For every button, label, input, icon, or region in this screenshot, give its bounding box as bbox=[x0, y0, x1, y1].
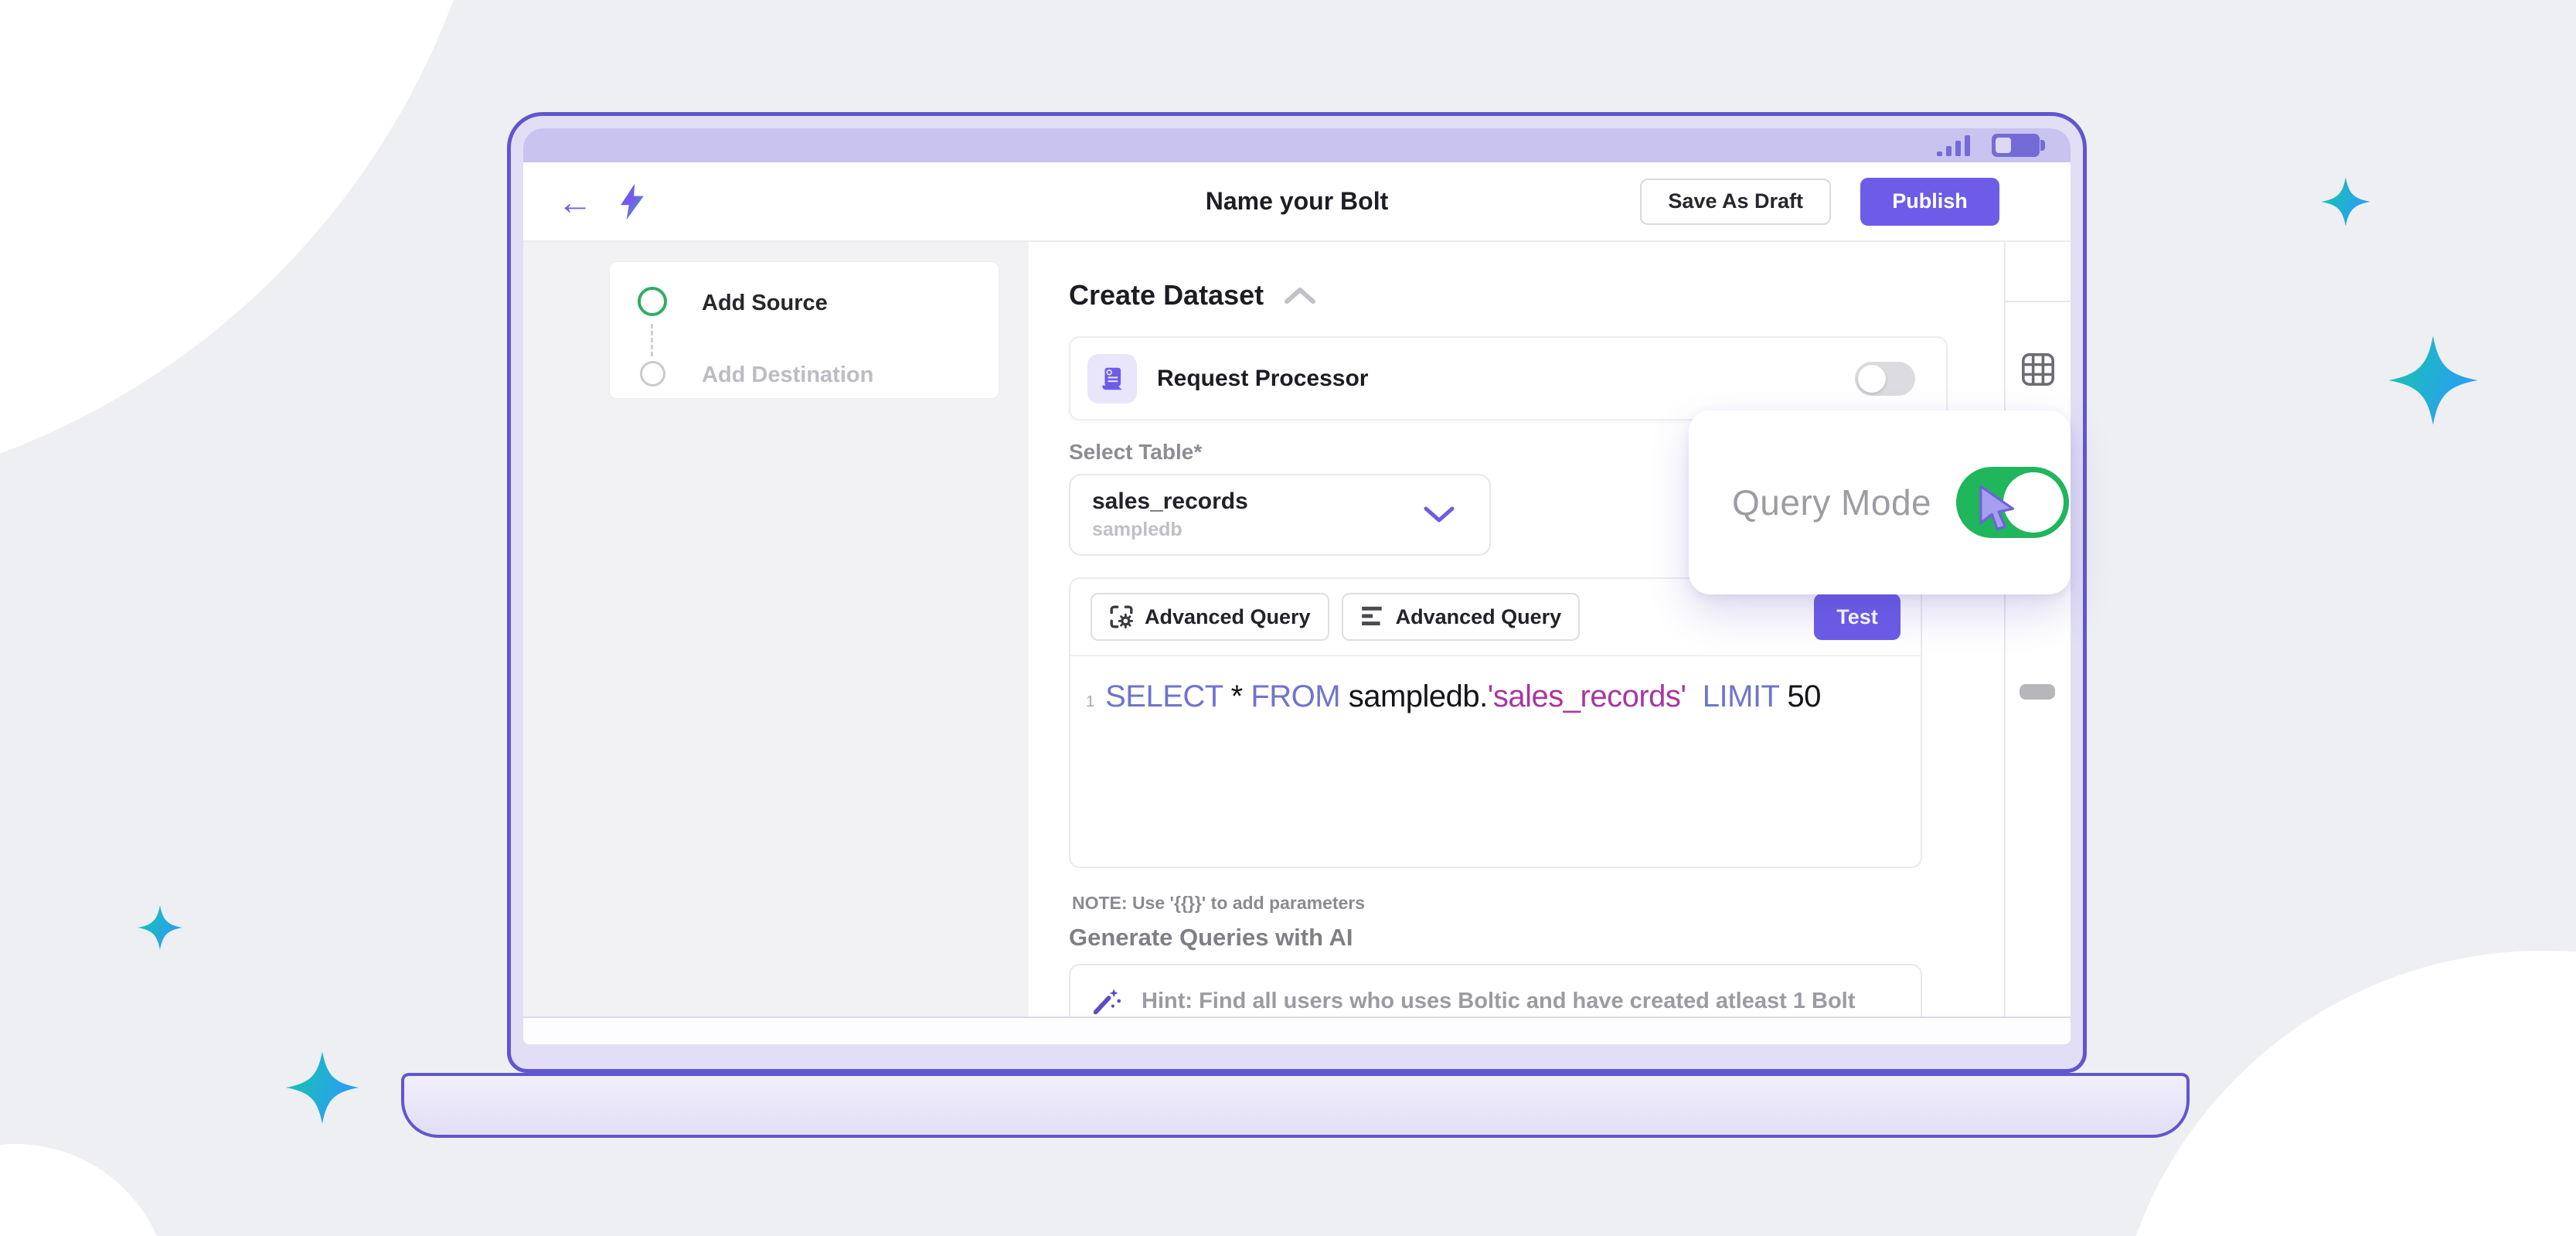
app-header: ← Name your Bolt Save As Draft Publish bbox=[523, 162, 2071, 242]
parameters-note: NOTE: Use '{{}}' to add parameters bbox=[1072, 893, 1365, 914]
rail-hidden-icon[interactable] bbox=[2020, 684, 2055, 700]
ai-hint-input[interactable]: Hint: Find all users who uses Boltic and… bbox=[1069, 964, 1922, 1016]
request-processor-label: Request Processor bbox=[1157, 366, 1368, 392]
scroll-icon bbox=[1087, 354, 1137, 403]
section-title: Create Dataset bbox=[1069, 279, 1264, 312]
query-mode-popup: Query Mode bbox=[1689, 410, 2071, 594]
bolt-logo-icon bbox=[619, 183, 645, 220]
decor-circle-bottom-left bbox=[0, 1144, 170, 1236]
chevron-up-icon[interactable] bbox=[1284, 285, 1316, 305]
bottom-strip bbox=[523, 1016, 2071, 1044]
signal-icon bbox=[1937, 135, 1970, 156]
app-body: Add Source Add Destination Create Datase… bbox=[523, 242, 2071, 1016]
request-processor-card: Request Processor bbox=[1069, 336, 1948, 421]
step-connector bbox=[651, 324, 653, 356]
advanced-query-label: Advanced Query bbox=[1145, 605, 1311, 629]
status-bar bbox=[523, 128, 2071, 162]
advanced-query-label: Advanced Query bbox=[1396, 605, 1562, 629]
magic-wand-icon bbox=[1091, 985, 1123, 1016]
marketing-canvas: ← Name your Bolt Save As Draft Publish A bbox=[0, 0, 2576, 1236]
steps-sidebar: Add Source Add Destination bbox=[523, 242, 1029, 1016]
chevron-down-icon[interactable] bbox=[1423, 505, 1455, 525]
generate-queries-title: Generate Queries with AI bbox=[1069, 924, 1353, 952]
laptop-base bbox=[401, 1073, 2190, 1138]
sparkle-icon bbox=[2387, 334, 2479, 427]
sql-query-text: SELECT * FROM sampledb.'sales_records' L… bbox=[1105, 679, 1821, 714]
advanced-query-button[interactable]: Advanced Query bbox=[1342, 593, 1581, 641]
query-mode-label: Query Mode bbox=[1732, 482, 1931, 523]
main-panel: Create Dataset bbox=[1029, 242, 2004, 1016]
sparkle-icon bbox=[137, 904, 183, 951]
sidebar-item-add-source[interactable]: Add Source bbox=[702, 291, 828, 316]
ai-hint-placeholder: Hint: Find all users who uses Boltic and… bbox=[1142, 989, 1855, 1014]
sql-editor[interactable]: 1 SELECT * FROM sampledb.'sales_records'… bbox=[1070, 656, 1921, 714]
align-left-icon bbox=[1360, 605, 1385, 628]
select-table-label: Select Table* bbox=[1069, 440, 1202, 465]
publish-button[interactable]: Publish bbox=[1860, 178, 1999, 226]
save-as-draft-button[interactable]: Save As Draft bbox=[1640, 179, 1831, 225]
right-toolbar-rail bbox=[2004, 242, 2071, 1016]
decor-circle-top-left bbox=[0, 0, 502, 502]
sparkle-icon bbox=[2320, 176, 2371, 227]
request-processor-toggle[interactable] bbox=[1855, 362, 1915, 396]
battery-icon bbox=[1992, 134, 2040, 157]
query-editor-panel: Advanced Query Adva bbox=[1069, 577, 1922, 868]
sparkle-icon bbox=[284, 1050, 360, 1125]
step-pending-circle-icon bbox=[640, 361, 665, 386]
page-title: Name your Bolt bbox=[1206, 187, 1388, 216]
table-grid-icon[interactable] bbox=[2020, 352, 2056, 387]
back-button[interactable]: ← bbox=[557, 184, 593, 220]
sidebar-item-add-destination[interactable]: Add Destination bbox=[702, 363, 873, 388]
steps-card: Add Source Add Destination bbox=[609, 261, 999, 399]
advanced-query-button[interactable]: Advanced Query bbox=[1091, 593, 1329, 641]
rail-divider bbox=[2006, 301, 2071, 302]
test-button[interactable]: Test bbox=[1814, 594, 1901, 640]
mouse-pointer-icon bbox=[1976, 485, 2021, 531]
line-number: 1 bbox=[1086, 693, 1094, 711]
step-active-circle-icon bbox=[638, 287, 667, 316]
table-select-dropdown[interactable]: sales_records sampledb bbox=[1069, 474, 1491, 556]
frame-gear-icon bbox=[1109, 604, 1134, 629]
